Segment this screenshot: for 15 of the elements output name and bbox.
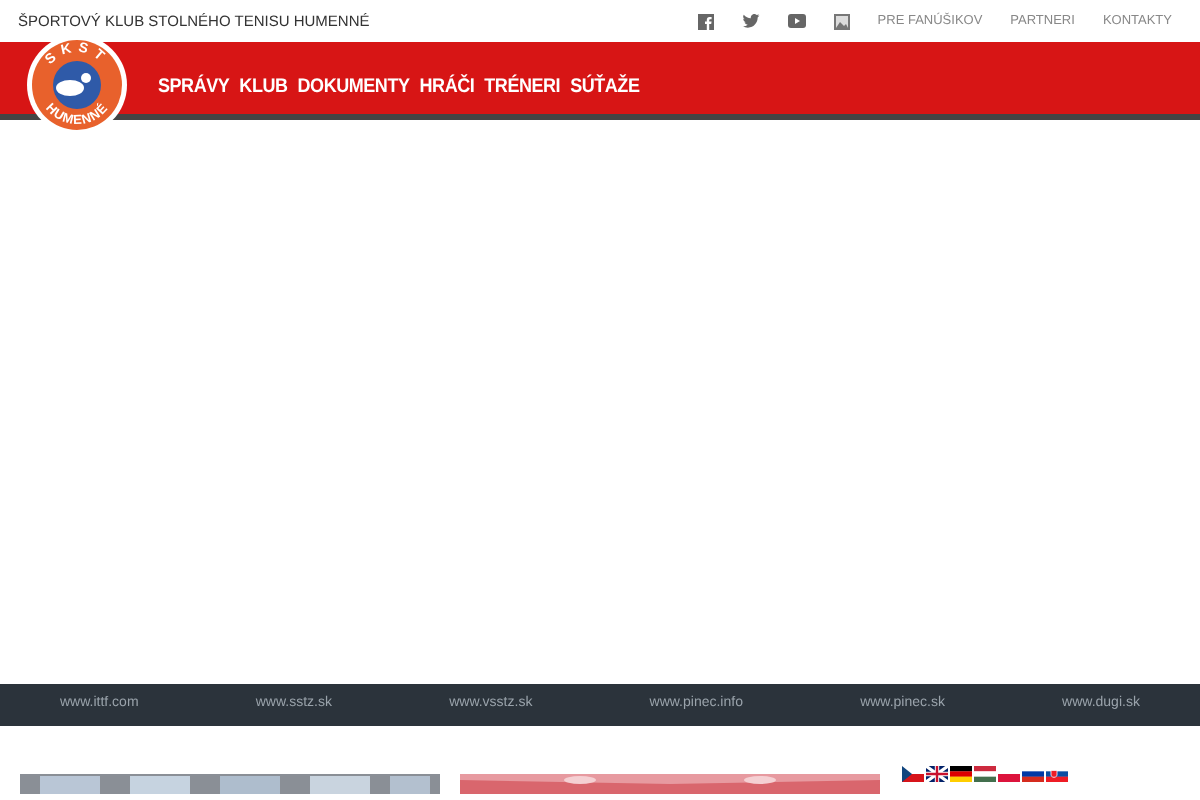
nav-item[interactable]: SÚŤAŽE	[570, 71, 640, 102]
facebook-icon[interactable]	[697, 13, 714, 29]
nav-item[interactable]: SPRÁVY	[158, 71, 230, 102]
twitter-icon[interactable]	[741, 14, 760, 28]
nav-item[interactable]: KLUB	[239, 71, 288, 102]
image-icon[interactable]	[833, 13, 850, 29]
nav-item[interactable]: TRÉNERI	[484, 71, 561, 102]
nav-item[interactable]: DOKUMENTY	[297, 71, 410, 102]
flag-icon[interactable]	[950, 766, 972, 782]
flag-icon[interactable]	[902, 766, 924, 782]
flag-icon[interactable]	[926, 766, 948, 782]
youtube-icon[interactable]	[787, 14, 806, 28]
nav-item[interactable]: HRÁČI	[419, 71, 475, 102]
flag-icon[interactable]	[1022, 766, 1044, 782]
flag-icon[interactable]	[1046, 766, 1068, 782]
